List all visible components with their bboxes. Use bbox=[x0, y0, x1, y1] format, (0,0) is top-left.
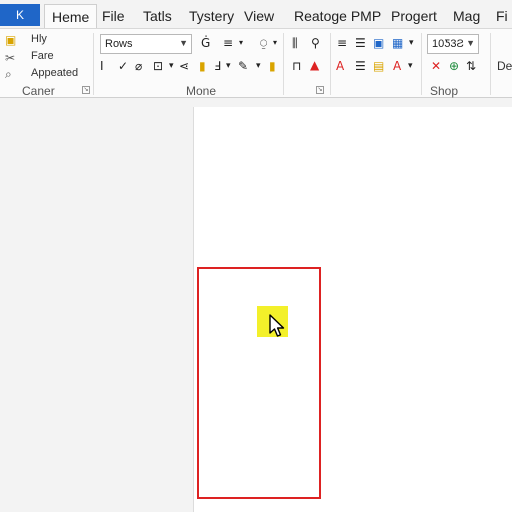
selection-rectangle[interactable] bbox=[197, 267, 321, 499]
tab-fi[interactable]: Fi bbox=[496, 4, 508, 28]
mouse-pointer-icon bbox=[269, 314, 285, 337]
bookmark-icon[interactable]: ▮ bbox=[199, 59, 206, 73]
clear-dropdown-icon[interactable]: ▾ bbox=[273, 36, 277, 50]
chevron-down-icon: ▼ bbox=[179, 38, 188, 48]
cut-icon[interactable]: ✂ bbox=[5, 51, 15, 65]
mone-launcher-icon[interactable]: ↘ bbox=[316, 86, 324, 94]
tab-file[interactable]: File bbox=[102, 4, 125, 28]
style-select-value: Rows bbox=[105, 38, 133, 50]
insert-image-icon[interactable]: ▣ bbox=[373, 36, 384, 50]
list-icon[interactable]: ≡ bbox=[223, 36, 233, 50]
group-divider bbox=[93, 33, 94, 95]
italic-icon[interactable]: I bbox=[100, 59, 104, 73]
chart-icon[interactable]: ▦ bbox=[392, 36, 403, 50]
caner-launcher-icon[interactable]: ↘ bbox=[82, 86, 90, 94]
group-divider bbox=[490, 33, 491, 95]
group-divider bbox=[421, 33, 422, 95]
workspace-background bbox=[0, 98, 193, 512]
clipboard-item-3[interactable]: Appeated bbox=[31, 67, 78, 79]
border-icon[interactable]: ⊡ bbox=[153, 59, 163, 73]
highlight-color-icon[interactable]: A bbox=[393, 59, 401, 73]
tab-tatls[interactable]: Tatls bbox=[143, 4, 172, 28]
number-format-value: 10Ƽ3Ƨ bbox=[432, 38, 464, 50]
lock-icon[interactable]: ⊕ bbox=[449, 59, 459, 73]
align-center-icon[interactable]: ☰ bbox=[355, 36, 366, 50]
style-select[interactable]: Rows ▼ bbox=[100, 34, 192, 54]
pen-dropdown-icon[interactable]: ▾ bbox=[256, 59, 261, 73]
warning-triangle-icon[interactable]: ▲ bbox=[310, 58, 319, 72]
link-icon[interactable]: ⌀ bbox=[135, 59, 142, 73]
chevron-down-icon: ▼ bbox=[466, 38, 475, 48]
clipboard-item-1[interactable]: Hly bbox=[31, 33, 47, 45]
table-icon[interactable]: ▤ bbox=[373, 59, 384, 73]
columns-icon[interactable]: ⫼ bbox=[292, 36, 298, 50]
chart-dropdown-icon[interactable]: ▾ bbox=[409, 36, 414, 50]
spacing-icon[interactable]: Ġ bbox=[201, 36, 210, 50]
wand-icon[interactable]: ⚲ bbox=[311, 36, 320, 50]
list-dropdown-icon[interactable]: ▾ bbox=[239, 36, 243, 50]
clipboard-item-2[interactable]: Fare bbox=[31, 50, 54, 62]
group-label-mone: Mone bbox=[186, 84, 217, 98]
check-icon[interactable]: ✓ bbox=[118, 59, 128, 73]
tab-reatoge-pmp[interactable]: Reatoge PMP bbox=[294, 4, 381, 28]
pen-icon[interactable]: ✎ bbox=[238, 59, 248, 73]
extra-group-label: De bbox=[497, 59, 512, 73]
clear-format-icon[interactable]: ⍜ bbox=[260, 36, 267, 50]
share-icon[interactable]: ⋖ bbox=[179, 59, 189, 73]
frame-icon[interactable]: ⊓ bbox=[292, 59, 301, 73]
border-dropdown-icon[interactable]: ▾ bbox=[169, 59, 174, 73]
paste-icon[interactable]: ▣ bbox=[5, 33, 16, 47]
delete-icon[interactable]: ✕ bbox=[431, 59, 441, 73]
tab-view[interactable]: View bbox=[244, 4, 274, 28]
tab-tystery[interactable]: Tystery bbox=[189, 4, 234, 28]
ribbon: ▣ ✂ ⌕ Hly Fare Appeated Caner ↘ Rows ▼ Ġ… bbox=[0, 28, 512, 98]
paragraph-dropdown-icon[interactable]: ▾ bbox=[226, 59, 231, 73]
tab-progert[interactable]: Progert bbox=[391, 4, 437, 28]
app-menu-button[interactable]: K bbox=[0, 4, 40, 26]
group-divider bbox=[283, 33, 284, 95]
group-label-shop: Shop bbox=[430, 84, 459, 98]
tab-mag[interactable]: Mag bbox=[453, 4, 480, 28]
group-divider bbox=[330, 33, 331, 95]
paragraph-icon[interactable]: Ⅎ bbox=[214, 59, 221, 73]
highlight-dropdown-icon[interactable]: ▾ bbox=[408, 59, 413, 73]
tab-home[interactable]: Heme bbox=[44, 4, 98, 28]
font-color-icon[interactable]: A bbox=[336, 59, 344, 73]
group-label-caner: Caner bbox=[22, 84, 55, 98]
format-painter-icon[interactable]: ⌕ bbox=[5, 67, 12, 81]
number-format-select[interactable]: 10Ƽ3Ƨ ▼ bbox=[427, 34, 479, 54]
justify-icon[interactable]: ☰ bbox=[355, 59, 366, 73]
sort-icon[interactable]: ⇅ bbox=[466, 59, 476, 73]
highlighter-icon[interactable]: ▮ bbox=[269, 59, 276, 73]
align-left-icon[interactable]: ≡ bbox=[337, 36, 347, 50]
